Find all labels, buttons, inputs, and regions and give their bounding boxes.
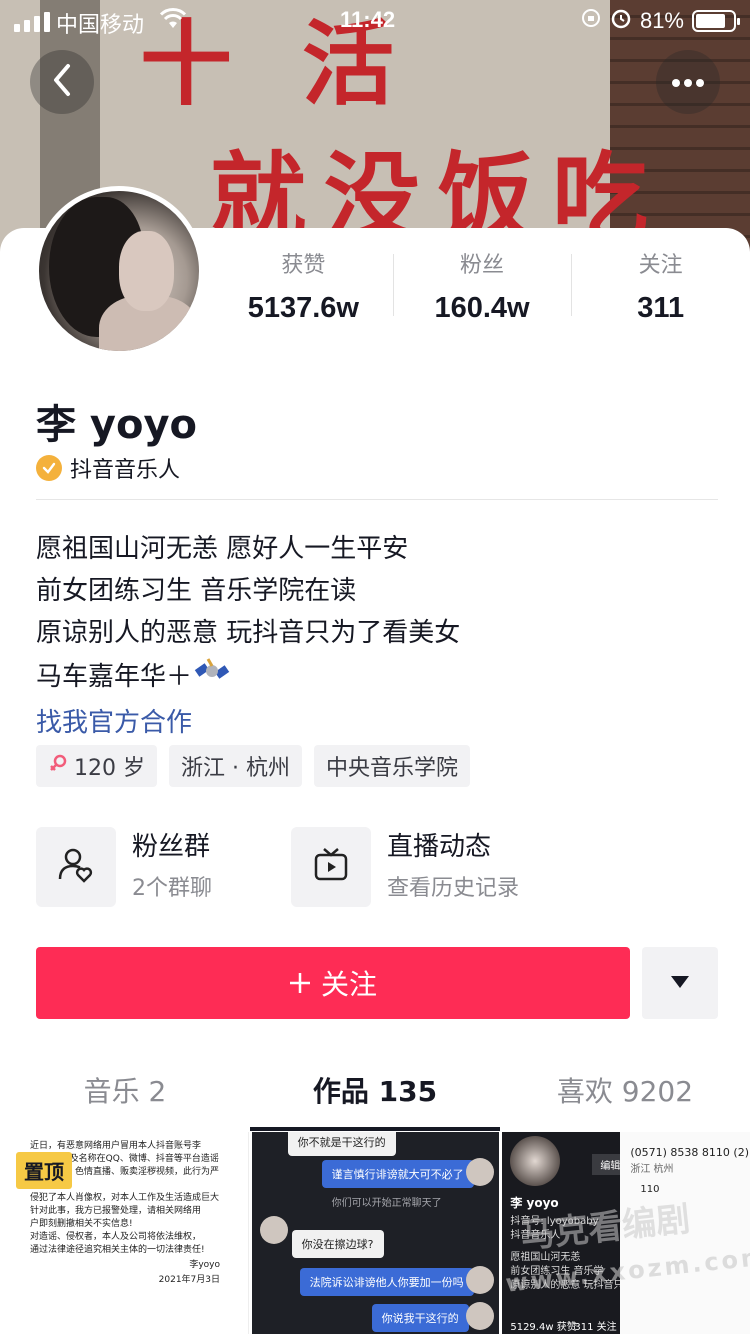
signal-icon bbox=[14, 12, 50, 32]
back-button[interactable] bbox=[30, 50, 94, 114]
avatar[interactable] bbox=[34, 186, 204, 356]
female-icon bbox=[48, 753, 68, 779]
notice-line: 侵犯了本人肖像权，对本人工作及生活造成巨大 bbox=[30, 1193, 220, 1203]
caret-down-icon bbox=[670, 974, 690, 993]
carrier-label: 中国移动 bbox=[56, 12, 145, 37]
pinned-badge: 置顶 bbox=[16, 1152, 72, 1189]
mini-location: 浙江 杭州 bbox=[630, 1164, 674, 1175]
stat-label: 关注 bbox=[638, 253, 683, 278]
more-dots-icon bbox=[671, 73, 705, 92]
stat-value: 160.4w bbox=[434, 292, 530, 324]
profile-bio: 愿祖国山河无恙 愿好人一生平安 前女团练习生 音乐学院在读 原谅别人的恶意 玩抖… bbox=[36, 528, 460, 696]
satellite-emoji-icon bbox=[194, 654, 230, 701]
verification-badge[interactable]: 抖音音乐人 bbox=[36, 452, 180, 484]
live-title: 直播动态 bbox=[387, 832, 492, 862]
mini-avatar bbox=[510, 1136, 561, 1186]
fans-group-title: 粉丝群 bbox=[132, 832, 211, 862]
tag-label: 浙江 · 杭州 bbox=[181, 756, 290, 781]
chat-bubble: 谨言慎行诽谤就大可不必了 bbox=[321, 1160, 474, 1188]
stat-label: 获赞 bbox=[281, 253, 326, 278]
mini-following: 311 关注 bbox=[574, 1322, 617, 1333]
follow-button[interactable]: 关注 bbox=[36, 947, 630, 1019]
stat-label: 粉丝 bbox=[460, 253, 505, 278]
stat-following[interactable]: 关注 311 bbox=[571, 250, 750, 340]
bio-line: 原谅别人的恶意 玩抖音只为了看美女 bbox=[36, 618, 461, 648]
bio-line-4: 马车嘉年华＋ bbox=[36, 654, 460, 696]
video-thumbnail[interactable]: 近日，有恶意网络用户冒用本人抖音账号李 yoyo头像及名称在QQ、微博、抖音等平… bbox=[0, 1132, 249, 1334]
notice-sign: 李yoyo bbox=[189, 1260, 220, 1270]
more-button[interactable] bbox=[656, 50, 720, 114]
bio-line: 前女团练习生 音乐学院在读 bbox=[36, 576, 357, 606]
notice-date: 2021年7月3日 bbox=[158, 1275, 220, 1285]
bio-line: 愿祖国山河无恙 愿好人一生平安 bbox=[36, 534, 409, 564]
wifi-icon bbox=[159, 8, 187, 36]
notice-line: 通过法律途径追究相关主体的一切法律责任! bbox=[30, 1245, 205, 1255]
official-cooperate-link[interactable]: 找我官方合作 bbox=[36, 702, 192, 739]
notice-line: 针对此事，我方已报警处理，请相关网络用 bbox=[30, 1206, 202, 1216]
fans-group-entry[interactable]: 粉丝群 2个群聊 bbox=[36, 827, 212, 907]
profile-tags: 120 岁 浙江 · 杭州 中央音乐学院 bbox=[36, 745, 470, 787]
live-tv-icon bbox=[312, 846, 350, 888]
profile-stats: 获赞 5137.6w 粉丝 160.4w 关注 311 bbox=[214, 250, 750, 340]
clock: 11:42 bbox=[340, 7, 396, 32]
chat-avatar bbox=[465, 1302, 494, 1330]
plus-icon bbox=[289, 966, 311, 1000]
tag-label: 中央音乐学院 bbox=[325, 756, 458, 781]
battery-percent: 81% bbox=[639, 8, 684, 33]
chat-avatar bbox=[465, 1158, 494, 1186]
bio-line-text: 马车嘉年华＋ bbox=[36, 662, 193, 692]
mini-likes: 5129.4w 获赞 bbox=[510, 1322, 577, 1333]
divider bbox=[36, 499, 718, 500]
stat-value: 5137.6w bbox=[247, 292, 359, 324]
chat-avatar bbox=[465, 1266, 494, 1294]
tag-location: 浙江 · 杭州 bbox=[169, 745, 302, 787]
alarm-icon bbox=[610, 7, 632, 35]
status-bar: 中国移动 11:42 81% bbox=[0, 0, 750, 40]
tab-likes[interactable]: 喜欢 9202 bbox=[500, 1060, 750, 1130]
chat-bubble: 你说我干这行的 bbox=[371, 1304, 469, 1332]
tab-music[interactable]: 音乐 2 bbox=[0, 1060, 250, 1130]
notice-line: 户即刻删撤相关不实信息! bbox=[30, 1219, 133, 1229]
chevron-left-icon bbox=[51, 63, 73, 101]
live-history-entry[interactable]: 直播动态 查看历史记录 bbox=[291, 827, 519, 907]
tag-label: 120 岁 bbox=[74, 756, 145, 781]
chat-bubble: 你没在擦边球? bbox=[291, 1230, 384, 1258]
rotation-lock-icon bbox=[580, 7, 602, 35]
tag-age: 120 岁 bbox=[36, 745, 157, 787]
live-icon-box bbox=[291, 827, 371, 907]
live-subtitle: 查看历史记录 bbox=[387, 876, 520, 901]
verification-label: 抖音音乐人 bbox=[70, 458, 181, 483]
group-chat-icon bbox=[56, 845, 96, 889]
video-thumbnail[interactable]: 你不就是干这行的 谨言慎行诽谤就大可不必了 你们可以开始正常聊天了 你没在擦边球… bbox=[251, 1132, 500, 1334]
chat-hint: 你们可以开始正常聊天了 bbox=[331, 1198, 442, 1209]
chat-avatar bbox=[259, 1216, 288, 1244]
recommend-dropdown-button[interactable] bbox=[642, 947, 718, 1019]
tag-school: 中央音乐学院 bbox=[313, 745, 470, 787]
follow-label: 关注 bbox=[320, 968, 377, 1001]
chat-bubble: 法院诉讼诽谤他人你要加一份吗 bbox=[299, 1268, 474, 1296]
chat-bubble: 你不就是干这行的 bbox=[287, 1132, 396, 1156]
profile-name: 李 yoyo bbox=[36, 402, 198, 448]
notice-line: 对造谣、侵权者，本人及公司将依法维权， bbox=[30, 1232, 202, 1242]
active-tab-indicator bbox=[250, 1127, 500, 1131]
fans-group-icon-box bbox=[36, 827, 116, 907]
battery-icon bbox=[692, 10, 740, 32]
fans-group-subtitle: 2个群聊 bbox=[132, 876, 212, 901]
mini-phone: (0571) 8538 8110 (2) bbox=[630, 1146, 749, 1159]
tab-works[interactable]: 作品 135 bbox=[250, 1060, 500, 1130]
content-tabs: 音乐 2 作品 135 喜欢 9202 bbox=[0, 1060, 750, 1130]
verified-check-icon bbox=[36, 455, 62, 481]
stat-value: 311 bbox=[637, 292, 685, 324]
stat-likes[interactable]: 获赞 5137.6w bbox=[214, 250, 393, 340]
stat-followers[interactable]: 粉丝 160.4w bbox=[392, 250, 572, 340]
